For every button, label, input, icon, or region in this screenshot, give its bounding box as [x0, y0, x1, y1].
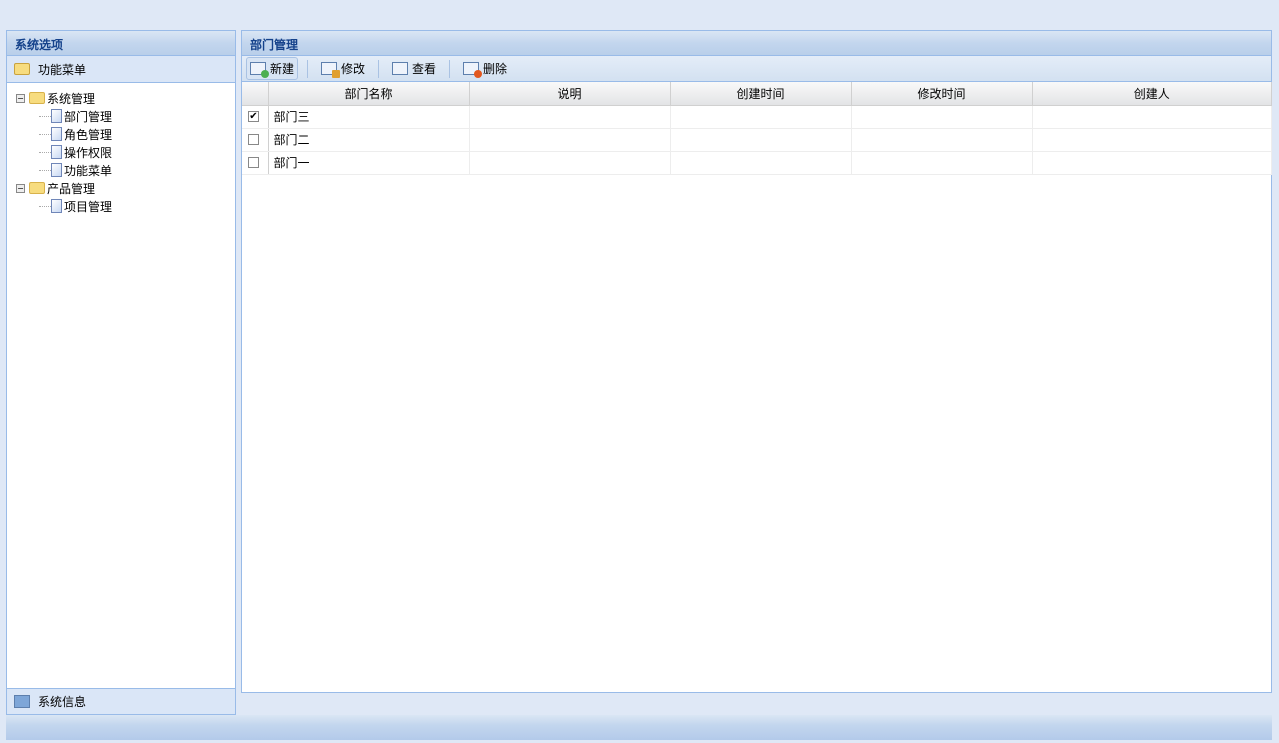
folder-icon	[29, 182, 45, 194]
new-button[interactable]: 新建	[246, 57, 299, 80]
tree-label: 操作权限	[64, 145, 113, 160]
tree-node-system[interactable]: − 系统管理	[7, 89, 235, 107]
column-header[interactable]: 部门名称	[268, 82, 470, 106]
delete-label: 删除	[483, 62, 508, 76]
folder-icon	[29, 92, 45, 104]
tree-node-role[interactable]: 角色管理	[7, 125, 235, 143]
edit-button[interactable]: 修改	[317, 57, 369, 80]
department-grid: 部门名称 说明 创建时间 修改时间 创建人 ✔ 部门三 部门二 部门一	[242, 82, 1272, 175]
document-icon	[51, 109, 62, 123]
tree-label: 项目管理	[64, 199, 113, 214]
document-icon	[51, 163, 62, 177]
column-header[interactable]: 修改时间	[851, 82, 1033, 106]
tree-label: 系统管理	[47, 91, 96, 106]
accordion-label: 系统信息	[38, 695, 87, 709]
document-icon	[51, 199, 62, 213]
table-row[interactable]: 部门一	[242, 151, 1272, 175]
accordion-label: 功能菜单	[38, 62, 87, 77]
tree-label: 功能菜单	[64, 163, 113, 178]
left-panel: 系统选项 功能菜单 − 系统管理 部门管理 角色管理 操作权限 功能菜单 − 产品管…	[6, 30, 236, 715]
tree-node-menu[interactable]: 功能菜单	[7, 161, 235, 179]
column-header[interactable]: 创建人	[1032, 82, 1272, 106]
status-bar	[6, 715, 1272, 740]
separator	[378, 59, 380, 78]
tree-node-dept[interactable]: 部门管理	[7, 107, 235, 125]
collapse-icon[interactable]: −	[16, 93, 25, 103]
new-label: 新建	[270, 62, 295, 76]
separator	[307, 59, 309, 78]
tree-node-permission[interactable]: 操作权限	[7, 143, 235, 161]
row-checkbox[interactable]	[248, 157, 259, 168]
dept-name-cell: 部门一	[268, 151, 470, 175]
document-icon	[51, 145, 62, 159]
grid-header: 部门名称 说明 创建时间 修改时间 创建人	[242, 82, 1272, 106]
table-row[interactable]: ✔ 部门三	[242, 105, 1272, 129]
collapse-icon[interactable]: −	[16, 183, 25, 193]
tree-label: 角色管理	[64, 127, 113, 142]
row-checkbox[interactable]	[248, 134, 259, 145]
tree-node-product[interactable]: − 产品管理	[7, 179, 235, 197]
delete-icon	[463, 62, 483, 78]
document-icon	[51, 127, 62, 141]
view-button[interactable]: 查看	[388, 57, 440, 80]
tree-label: 部门管理	[64, 109, 113, 124]
menu-tree: − 系统管理 部门管理 角色管理 操作权限 功能菜单 − 产品管理 项目管理	[7, 83, 235, 688]
table-row[interactable]: 部门二	[242, 128, 1272, 152]
main-panel-title: 部门管理	[242, 31, 1271, 56]
computer-icon	[14, 695, 30, 708]
left-panel-title: 系统选项	[7, 31, 235, 56]
edit-label: 修改	[341, 62, 366, 76]
dept-name-cell: 部门二	[268, 128, 470, 152]
main-panel: 部门管理 新建 修改 查看 删除 部门名称 说明 创建时间 修改时间 创建人 ✔…	[241, 30, 1272, 693]
accordion-system-info[interactable]: 系统信息	[7, 688, 235, 714]
column-header[interactable]: 创建时间	[670, 82, 852, 106]
table-icon	[392, 62, 409, 75]
view-label: 查看	[412, 62, 437, 76]
delete-button[interactable]: 删除	[459, 57, 511, 80]
dept-name-cell: 部门三	[268, 105, 470, 129]
accordion-function-menu[interactable]: 功能菜单	[7, 56, 235, 83]
column-header[interactable]: 说明	[469, 82, 671, 106]
tree-label: 产品管理	[47, 181, 96, 196]
edit-icon	[321, 62, 341, 78]
separator	[449, 59, 451, 78]
folder-arrow-icon	[14, 63, 30, 75]
tree-node-project[interactable]: 项目管理	[7, 197, 235, 215]
row-checkbox[interactable]: ✔	[248, 111, 259, 122]
toolbar: 新建 修改 查看 删除	[242, 56, 1271, 82]
add-icon	[250, 62, 269, 78]
select-all-header[interactable]	[242, 82, 269, 106]
